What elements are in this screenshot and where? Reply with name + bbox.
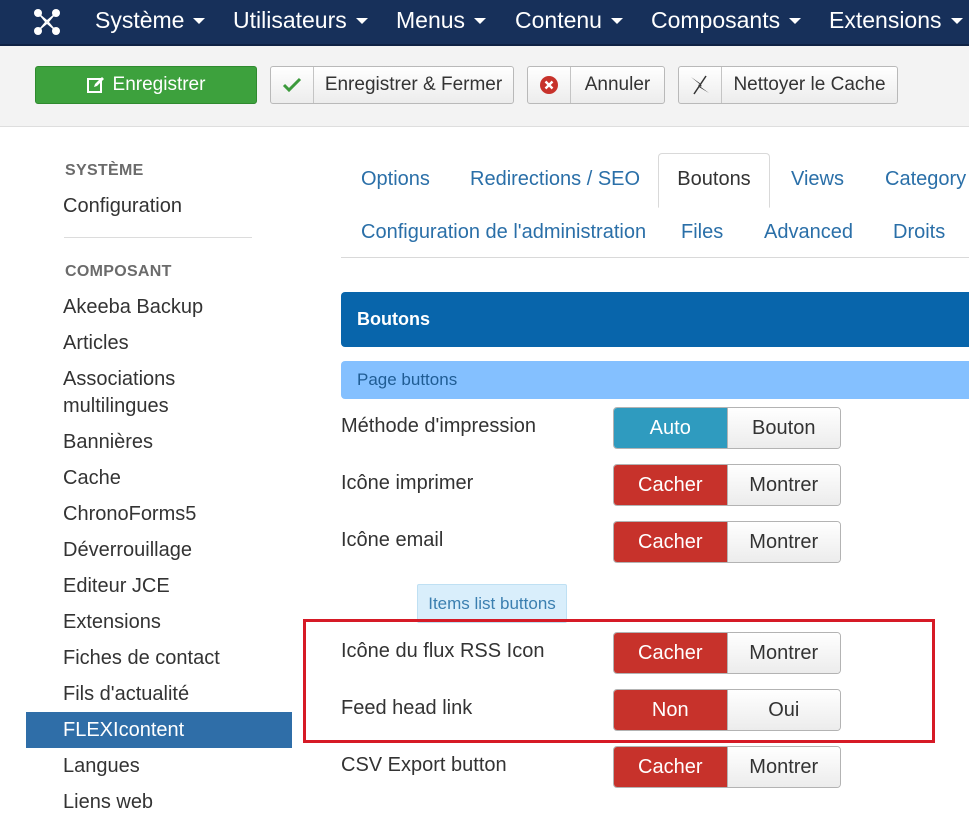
sidebar-item-liens-web[interactable]: Liens web: [63, 789, 153, 816]
nav-menus[interactable]: Menus: [396, 0, 487, 44]
sidebar-item-associations[interactable]: Associations: [63, 366, 175, 393]
toggle-option-montrer[interactable]: Montrer: [727, 747, 840, 787]
toggle-option-auto[interactable]: Auto: [614, 408, 728, 448]
save-button[interactable]: Enregistrer: [35, 66, 257, 104]
toggle-option-montrer[interactable]: Montrer: [727, 522, 840, 562]
nav-composants[interactable]: Composants: [651, 0, 802, 44]
cancel-circle-icon: [528, 67, 571, 103]
caret-down-icon: [610, 18, 623, 24]
toggle-print-icon: Cacher Montrer: [613, 464, 841, 506]
toggle-option-cacher[interactable]: Cacher: [614, 747, 728, 787]
section-items-list-buttons: Items list buttons: [417, 584, 567, 623]
field-label-csv-export: CSV Export button: [341, 754, 507, 776]
toolbar: Enregistrer Enregistrer & Fermer Annuler…: [0, 46, 969, 127]
toggle-email-icon: Cacher Montrer: [613, 521, 841, 563]
sidebar-item-cache[interactable]: Cache: [63, 465, 121, 492]
sidebar-item-flexicontent[interactable]: FLEXIcontent: [26, 712, 292, 748]
lightning-icon: [679, 67, 722, 103]
joomla-logo-icon[interactable]: [32, 7, 62, 37]
sidebar-item-akeeba-backup[interactable]: Akeeba Backup: [63, 294, 203, 321]
caret-down-icon: [355, 18, 368, 24]
sidebar-heading-component: COMPOSANT: [65, 263, 172, 280]
sidebar-item-chronoforms5[interactable]: ChronoForms5: [63, 501, 196, 528]
tab-options[interactable]: Options: [361, 168, 430, 191]
tab-droits[interactable]: Droits: [893, 221, 945, 244]
cancel-button[interactable]: Annuler: [527, 66, 665, 104]
save-close-button[interactable]: Enregistrer & Fermer: [270, 66, 514, 104]
clear-cache-label: Nettoyer le Cache: [733, 74, 886, 95]
sidebar-item-configuration[interactable]: Configuration: [63, 193, 182, 220]
tab-files[interactable]: Files: [681, 221, 723, 244]
panel-header: Boutons: [341, 292, 969, 347]
field-label-print-method: Méthode d'impression: [341, 415, 537, 437]
tab-boutons[interactable]: Boutons: [658, 153, 770, 208]
toggle-print-method: Auto Bouton: [613, 407, 841, 449]
top-navbar: Système Utilisateurs Menus Contenu Compo…: [0, 0, 969, 46]
tab-category[interactable]: Category: [885, 168, 966, 191]
clear-cache-button[interactable]: Nettoyer le Cache: [678, 66, 898, 104]
section-page-buttons: Page buttons: [341, 361, 969, 399]
tab-advanced[interactable]: Advanced: [764, 221, 853, 244]
nav-extensions[interactable]: Extensions: [829, 0, 963, 44]
toggle-csv-export: Cacher Montrer: [613, 746, 841, 788]
annotation-highlight-box: [303, 619, 935, 743]
cancel-label: Annuler: [584, 74, 651, 95]
check-icon: [271, 67, 314, 103]
sidebar-item-bannieres[interactable]: Bannières: [63, 429, 153, 456]
tab-redirections-seo[interactable]: Redirections / SEO: [470, 168, 640, 191]
sidebar-item-fils-actualite[interactable]: Fils d'actualité: [63, 681, 189, 708]
tab-views[interactable]: Views: [791, 168, 844, 191]
sidebar-heading-system: SYSTÈME: [65, 162, 144, 179]
sidebar-item-editeur-jce[interactable]: Editeur JCE: [63, 573, 170, 600]
sidebar-divider: [64, 237, 252, 238]
field-label-print-icon: Icône imprimer: [341, 472, 474, 494]
tabs-divider: [341, 257, 969, 258]
toggle-option-montrer[interactable]: Montrer: [727, 465, 840, 505]
caret-down-icon: [474, 18, 487, 24]
nav-contenu[interactable]: Contenu: [515, 0, 623, 44]
sidebar-item-deverrouillage[interactable]: Déverrouillage: [63, 537, 192, 564]
toggle-option-cacher[interactable]: Cacher: [614, 522, 728, 562]
nav-utilisateurs[interactable]: Utilisateurs: [233, 0, 368, 44]
tab-configuration-administration[interactable]: Configuration de l'administration: [361, 221, 646, 244]
sidebar-item-langues[interactable]: Langues: [63, 753, 140, 780]
save-label: Enregistrer: [112, 74, 206, 95]
save-close-label: Enregistrer & Fermer: [324, 74, 503, 95]
nav-systeme[interactable]: Système: [95, 0, 206, 44]
edit-icon: [86, 77, 104, 93]
field-label-email-icon: Icône email: [341, 529, 444, 551]
caret-down-icon: [193, 18, 206, 24]
caret-down-icon: [789, 18, 802, 24]
sidebar-item-extensions[interactable]: Extensions: [63, 609, 161, 636]
toggle-option-cacher[interactable]: Cacher: [614, 465, 728, 505]
sidebar-item-fiches-de-contact[interactable]: Fiches de contact: [63, 645, 220, 672]
toggle-option-bouton[interactable]: Bouton: [727, 408, 840, 448]
caret-down-icon: [950, 18, 963, 24]
sidebar-item-associations-cont[interactable]: multilingues: [63, 393, 169, 420]
sidebar-item-articles[interactable]: Articles: [63, 330, 129, 357]
